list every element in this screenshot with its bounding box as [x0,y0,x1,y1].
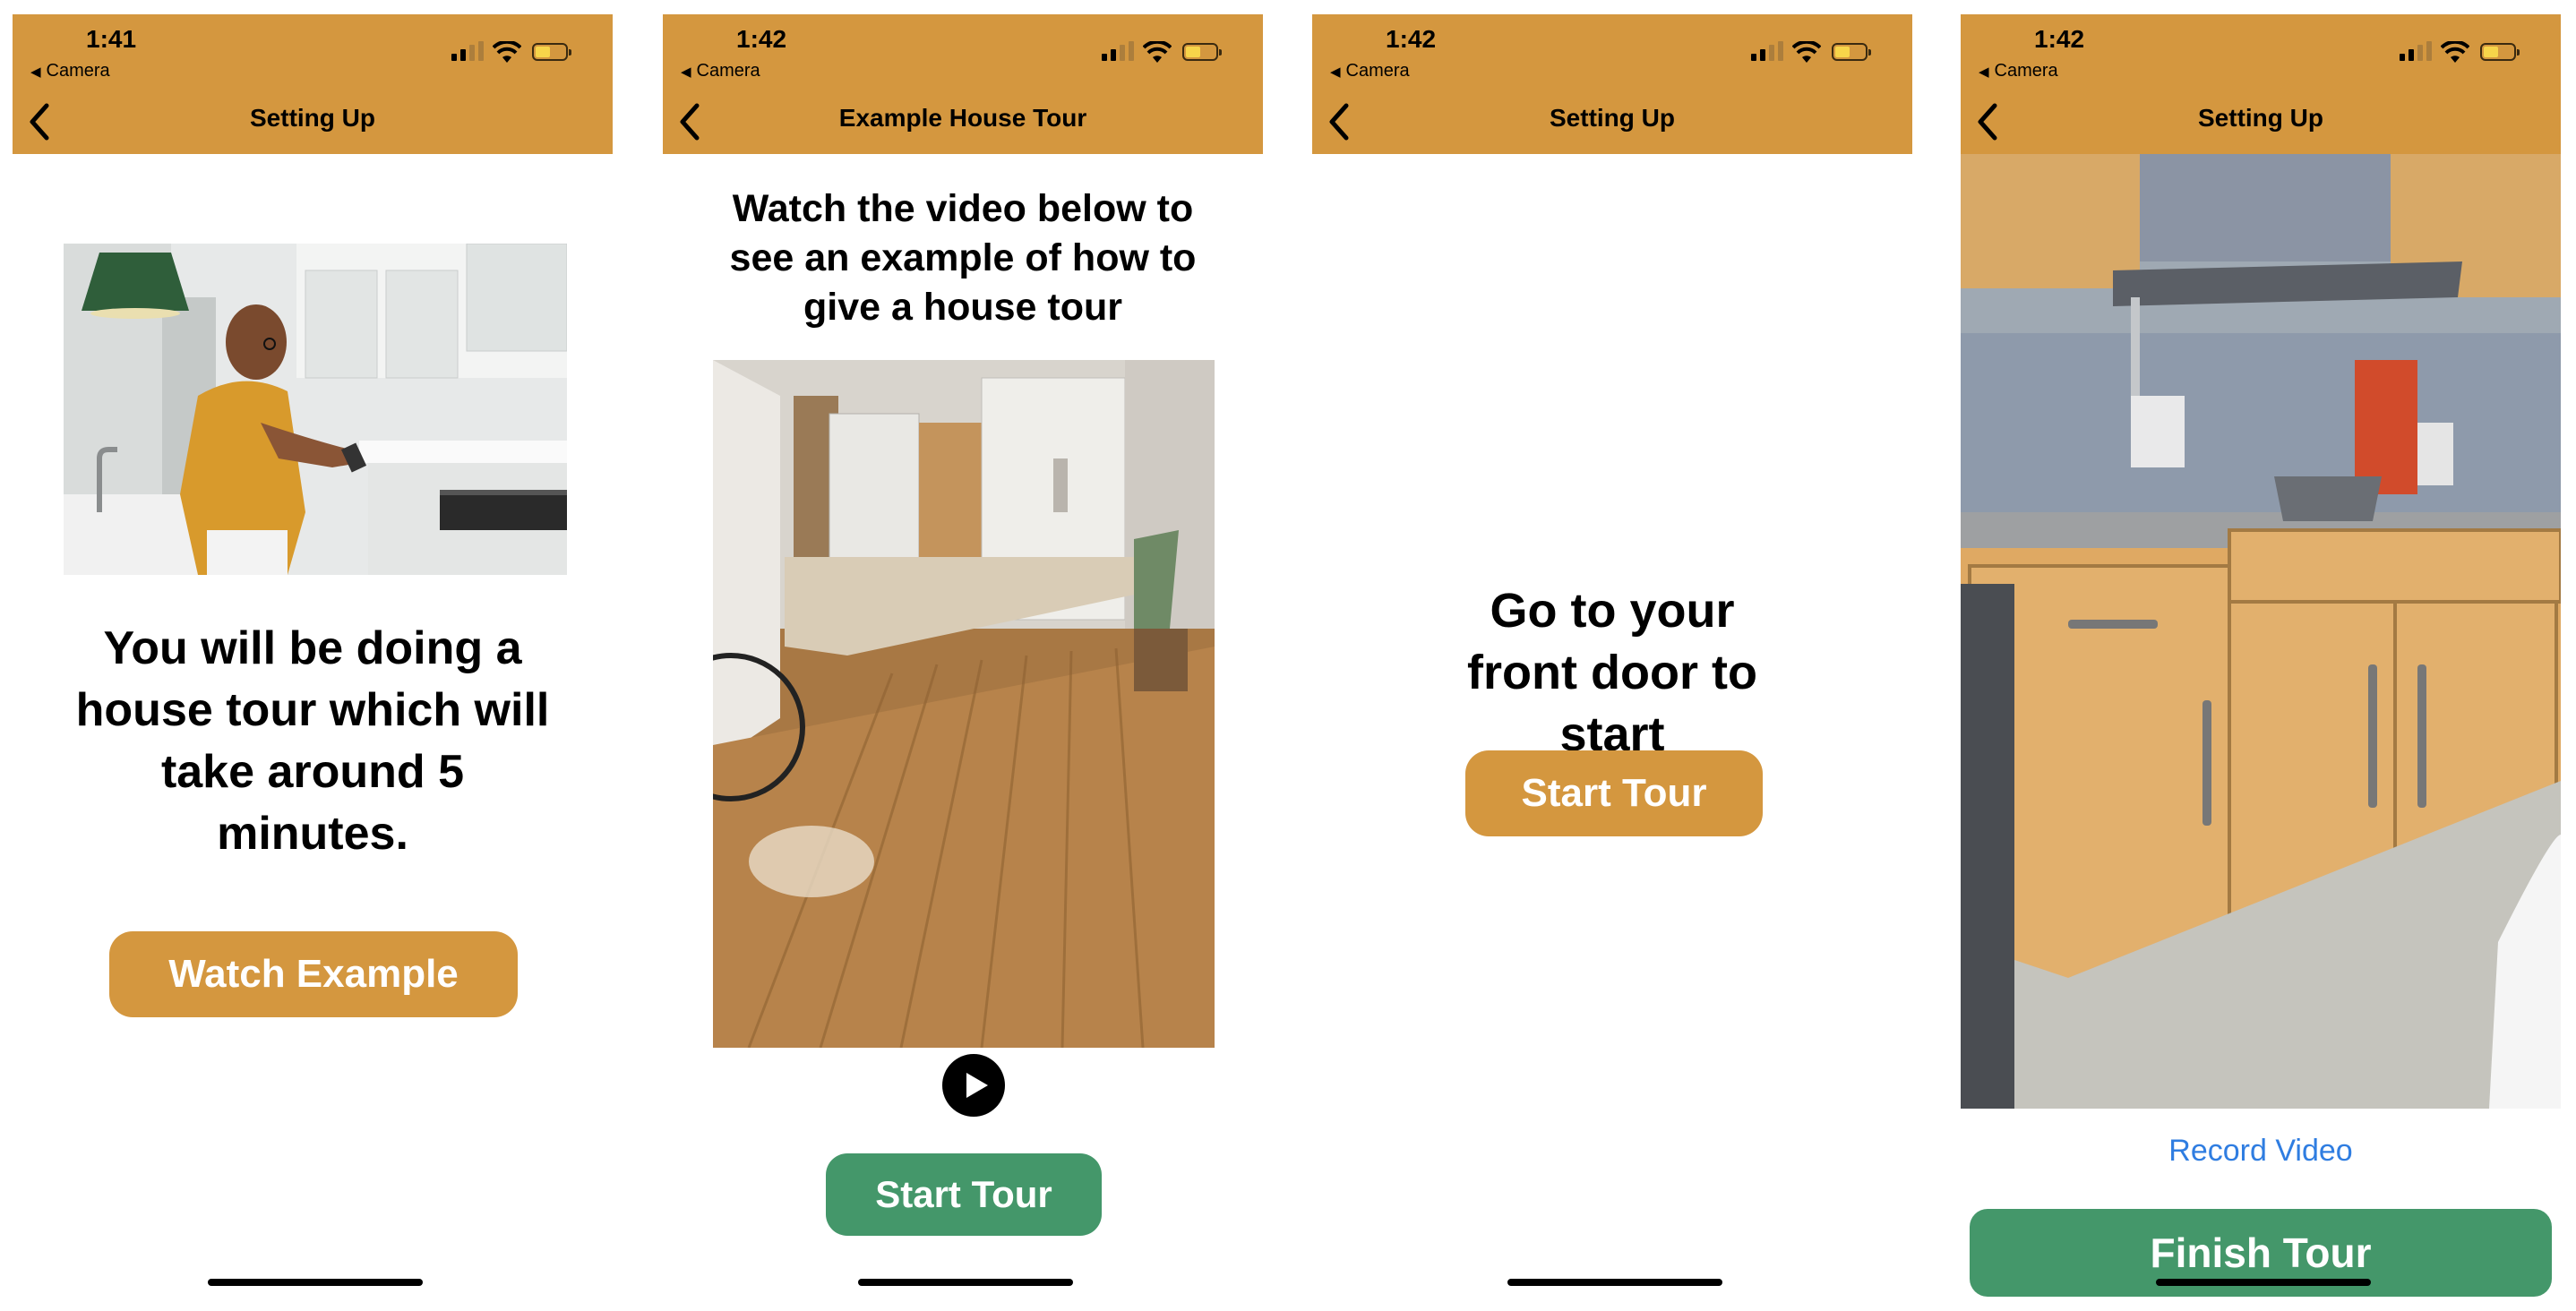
back-triangle-icon: ◀ [1330,64,1341,80]
back-app-label: Camera [1994,61,2058,81]
screen-setting-up-intro: 1:41 ◀ Camera Setting Up You will be doi… [13,0,622,1311]
navigation-bar: 1:42 ◀ Camera Setting Up [1312,14,1912,154]
cellular-signal-icon [450,41,485,63]
navigation-bar: 1:42 ◀ Camera Example House Tour [663,14,1263,154]
status-icons [1749,41,1873,64]
page-title: Setting Up [250,104,375,132]
back-to-app-link[interactable]: ◀ Camera [30,61,110,81]
example-video-player[interactable] [713,360,1215,1048]
play-icon[interactable] [942,1054,1005,1117]
home-indicator [208,1279,423,1286]
kitchen-man-photo [64,244,567,575]
navigation-bar: 1:41 ◀ Camera Setting Up [13,14,613,154]
cellular-signal-icon [1749,41,1785,63]
video-instructions: Watch the video below to see an example … [729,187,1197,329]
cellular-signal-icon [2398,41,2434,63]
front-door-instruction: Go to your front door to start [1467,584,1757,761]
screen-go-to-front-door: 1:42 ◀ Camera Setting Up Go to your front… [1312,0,1921,1311]
camera-preview [1961,154,2561,1109]
status-icons [450,41,573,64]
back-app-label: Camera [1345,61,1410,81]
start-tour-button[interactable]: Start Tour [1465,750,1763,836]
watch-example-button[interactable]: Watch Example [109,931,518,1017]
screen-example-house-tour: 1:42 ◀ Camera Example House Tour Watch th… [663,0,1272,1311]
back-to-app-link[interactable]: ◀ Camera [681,61,760,81]
status-time: 1:42 [2034,25,2085,53]
home-indicator [1507,1279,1722,1286]
navigation-bar: 1:42 ◀ Camera Setting Up [1961,14,2561,154]
battery-icon [1832,43,1871,61]
back-triangle-icon: ◀ [1979,64,1989,80]
screen-record-tour: 1:42 ◀ Camera Setting Up Record Video Fi… [1961,0,2570,1311]
cellular-signal-icon [1100,41,1136,63]
intro-description: You will be doing a house tour which wil… [75,622,550,860]
home-indicator [2156,1279,2371,1286]
battery-icon [532,43,571,61]
back-app-label: Camera [696,61,760,81]
battery-icon [2480,43,2520,61]
battery-icon [1182,43,1222,61]
status-icons [2398,41,2521,64]
page-title: Example House Tour [838,104,1087,132]
status-time: 1:41 [86,25,137,53]
wifi-icon [493,41,521,63]
record-video-link[interactable]: Record Video [1961,1134,2561,1169]
home-indicator [858,1279,1073,1286]
back-triangle-icon: ◀ [30,64,41,80]
status-icons [1100,41,1224,64]
back-triangle-icon: ◀ [681,64,691,80]
status-time: 1:42 [1386,25,1437,53]
wifi-icon [1143,41,1172,63]
back-to-app-link[interactable]: ◀ Camera [1979,61,2058,81]
page-title: Setting Up [2198,104,2323,132]
status-time: 1:42 [736,25,787,53]
back-app-label: Camera [46,61,110,81]
wifi-icon [2441,41,2469,63]
start-tour-button[interactable]: Start Tour [826,1153,1102,1236]
page-title: Setting Up [1550,104,1675,132]
back-to-app-link[interactable]: ◀ Camera [1330,61,1410,81]
wifi-icon [1792,41,1821,63]
